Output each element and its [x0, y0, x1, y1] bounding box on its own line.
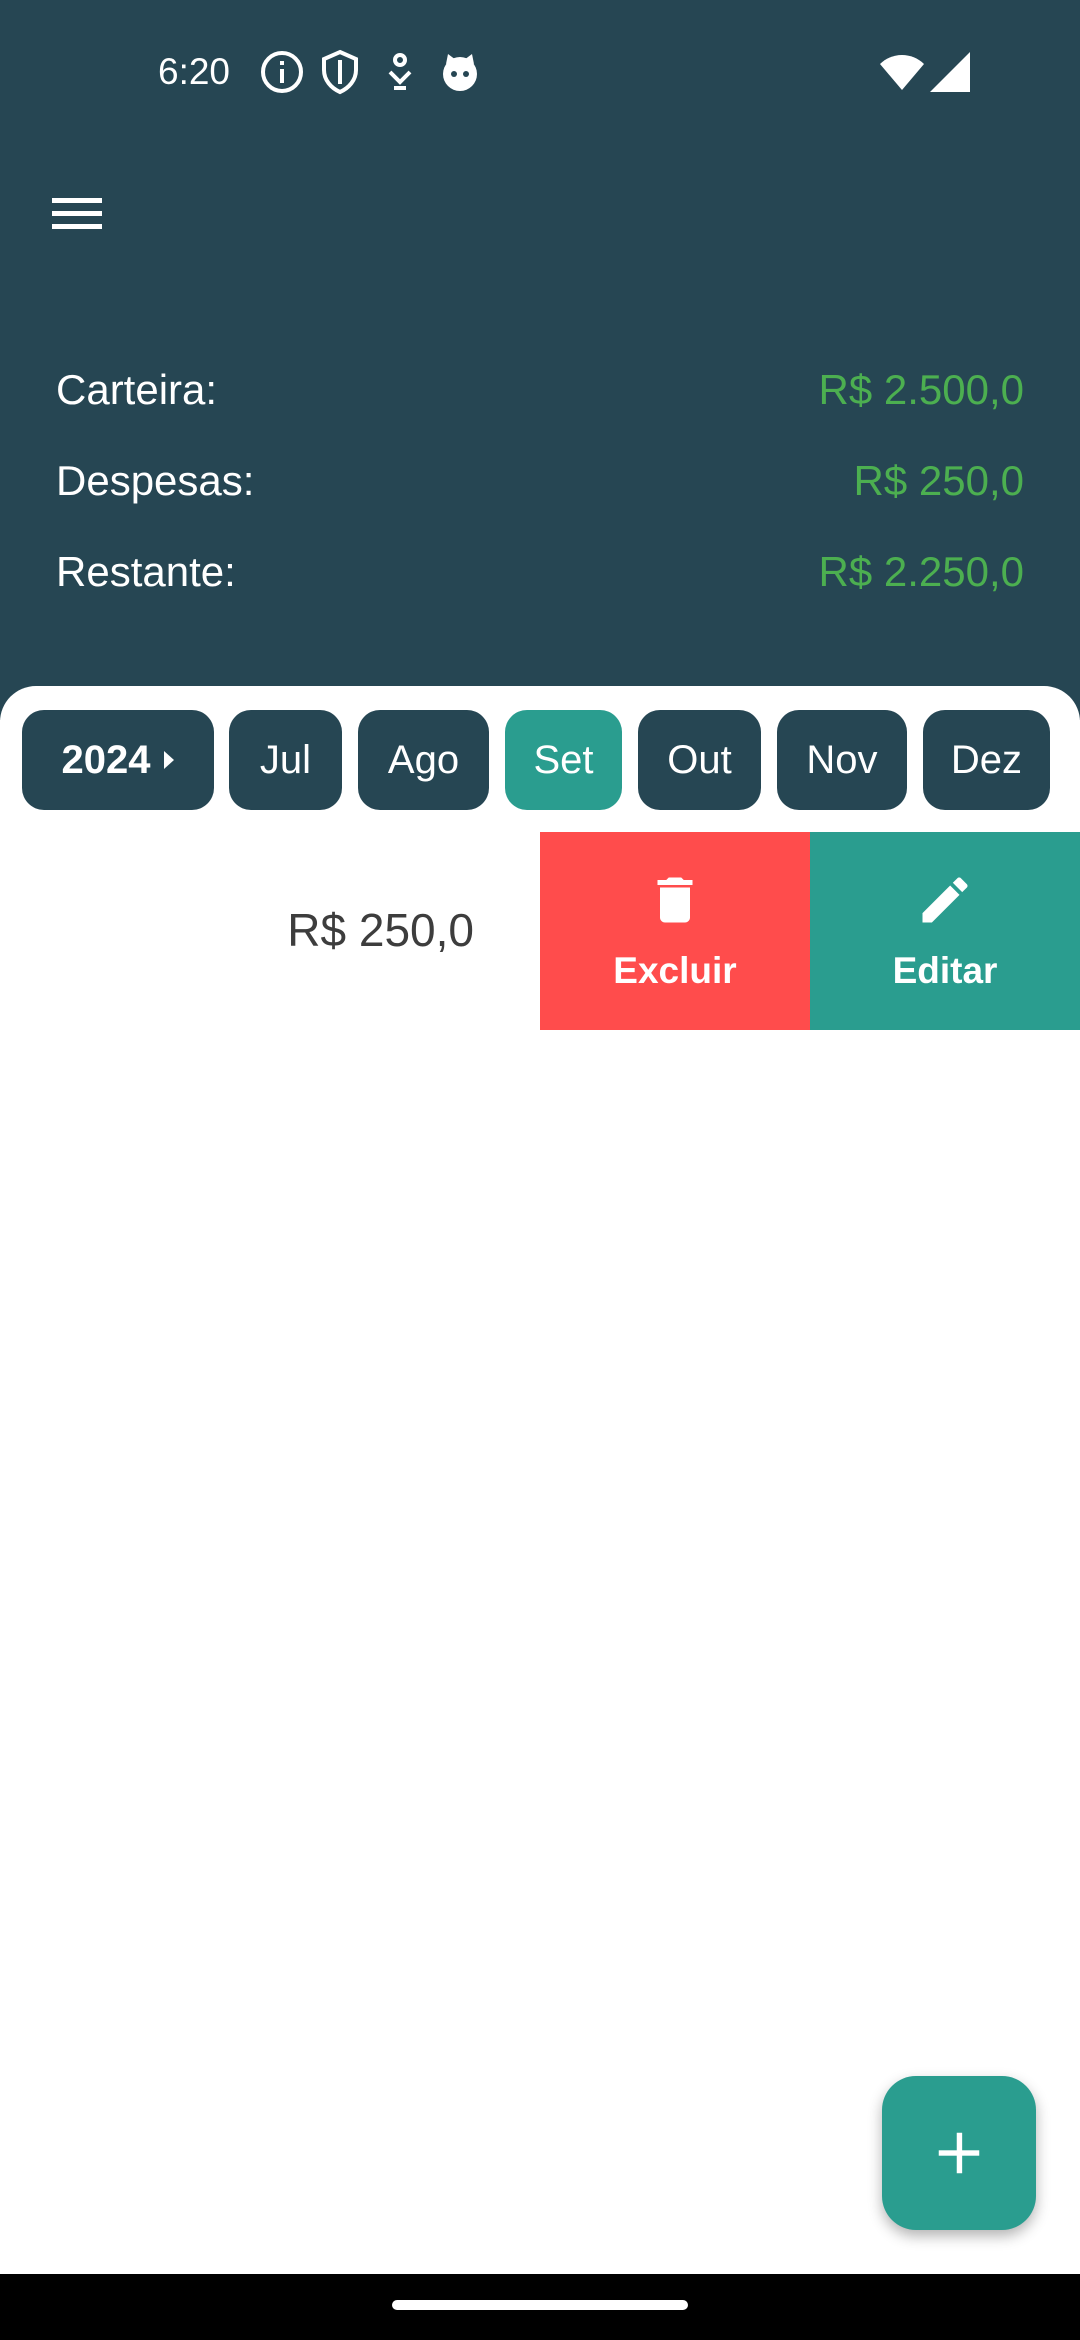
- year-selector[interactable]: 2024: [22, 710, 214, 810]
- wallet-label: Carteira:: [56, 366, 218, 413]
- month-chip-nov[interactable]: Nov: [777, 710, 907, 810]
- remaining-label: Restante:: [56, 548, 236, 595]
- info-icon: [258, 48, 306, 96]
- wifi-icon: [878, 48, 926, 96]
- home-indicator[interactable]: [392, 2300, 688, 2310]
- caret-right-icon: [164, 751, 175, 769]
- expenses-label: Despesas:: [56, 457, 255, 504]
- edit-button[interactable]: Editar: [810, 832, 1080, 1030]
- menu-button[interactable]: [40, 180, 116, 246]
- month-label: Ago: [387, 737, 460, 782]
- pencil-icon: [922, 877, 968, 923]
- expenses-value: R$ 250,0: [853, 457, 1024, 504]
- add-expense-button[interactable]: [882, 2076, 1036, 2230]
- month-chip-dez[interactable]: Dez: [923, 710, 1050, 810]
- trash-icon: [657, 877, 693, 923]
- navigation-bar: [0, 2274, 1080, 2340]
- menu-icon: [52, 198, 102, 229]
- delete-button[interactable]: Excluir: [540, 832, 810, 1030]
- remaining-value: R$ 2.250,0: [818, 548, 1025, 595]
- wallet-value: R$ 2.500,0: [818, 366, 1025, 413]
- month-chip-out[interactable]: Out: [638, 710, 761, 810]
- wallet-row: Carteira: R$ 2.500,0: [56, 360, 1024, 420]
- month-chip-ago[interactable]: Ago: [358, 710, 489, 810]
- month-label: Out: [667, 737, 732, 782]
- expenses-row: Despesas: R$ 250,0: [56, 451, 1024, 511]
- expense-amount: R$ 250,0: [287, 904, 474, 956]
- download-icon: [376, 48, 424, 96]
- shield-icon: [316, 48, 364, 96]
- plus-icon: [938, 2132, 980, 2174]
- status-time: 6:20: [158, 51, 231, 92]
- month-label: Set: [533, 737, 594, 782]
- month-label: Jul: [259, 737, 312, 782]
- cat-icon: [436, 48, 484, 96]
- edit-label: Editar: [892, 950, 998, 991]
- year-label: 2024: [61, 737, 151, 782]
- app-header: 6:20 Carteira: R$ 2.500,0 Despesas: R$ 2…: [0, 0, 1080, 720]
- status-bar: 6:20: [0, 0, 1080, 140]
- expense-item[interactable]: R$ 250,0: [0, 832, 540, 1028]
- signal-icon: [926, 48, 974, 96]
- month-label: Nov: [806, 737, 878, 782]
- delete-label: Excluir: [613, 950, 737, 991]
- month-chip-set[interactable]: Set: [505, 710, 622, 810]
- month-chip-jul[interactable]: Jul: [229, 710, 342, 810]
- remaining-row: Restante: R$ 2.250,0: [56, 542, 1024, 602]
- month-label: Dez: [950, 737, 1023, 782]
